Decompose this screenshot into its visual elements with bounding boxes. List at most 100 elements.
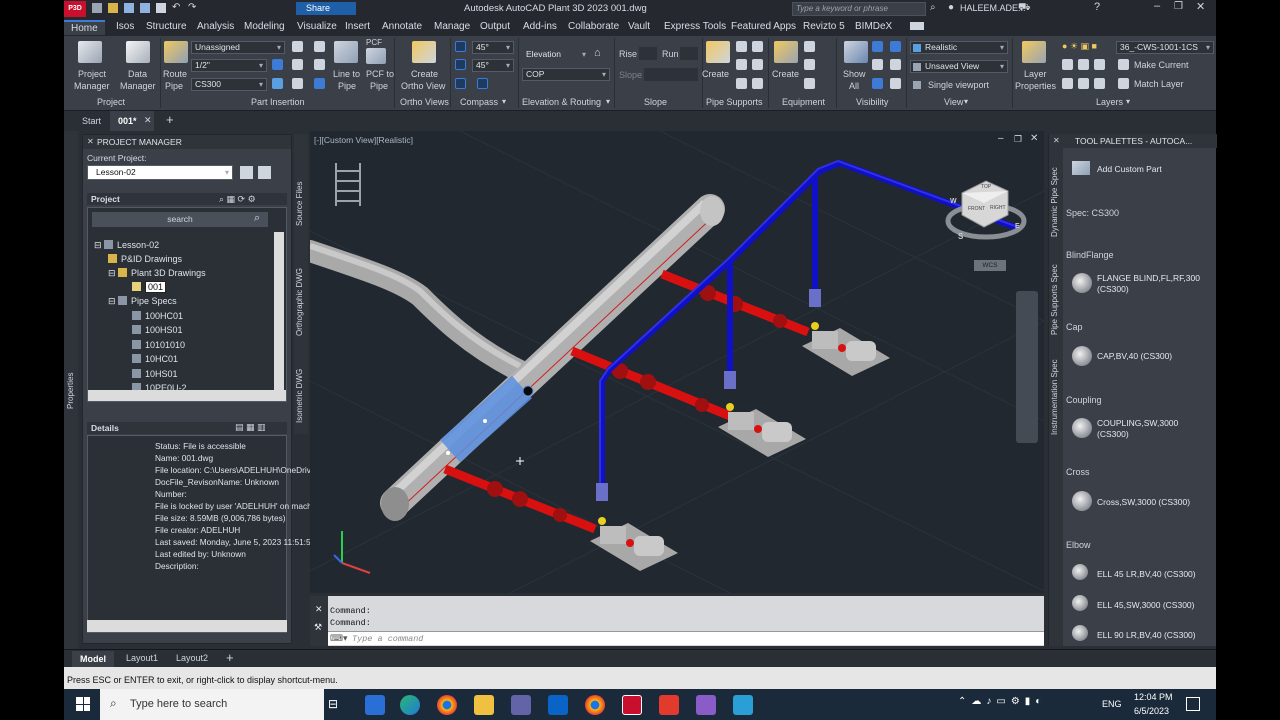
tree-search-input[interactable]: search [92, 212, 268, 227]
layer-tool-4-icon[interactable] [1062, 78, 1073, 89]
chrome-icon[interactable] [437, 695, 457, 715]
compass-toggle-icon[interactable] [455, 41, 466, 52]
open-icon[interactable] [108, 3, 118, 13]
search-icon[interactable]: ⌕ [930, 2, 936, 13]
add-custom-part-icon[interactable] [1072, 161, 1090, 175]
tab-addins[interactable]: Add-ins [523, 21, 557, 32]
match-layer-label[interactable]: Match Layer [1134, 79, 1184, 89]
tree-item-001[interactable]: 001 [132, 281, 167, 293]
visibility-tool-1-icon[interactable] [872, 41, 883, 52]
route-pipe-icon[interactable] [164, 41, 188, 63]
pump-1[interactable] [590, 523, 678, 571]
model-viewport[interactable]: [-][Custom View][Realistic] – ❐ ✕ TOP FR… [310, 131, 1044, 593]
add-layout-button[interactable]: + [226, 650, 234, 665]
tab-visualize[interactable]: Visualize [297, 21, 337, 32]
tree-scrollbar[interactable] [274, 232, 284, 390]
visibility-tool-6-icon[interactable] [890, 78, 901, 89]
command-input[interactable]: ⌨▾ Type a command [328, 631, 1044, 645]
language-indicator[interactable]: ENG [1102, 699, 1122, 709]
project-tools-icons[interactable]: ⌕ ▦ ⟳ ⚙ [219, 194, 256, 205]
equipment-tool-2-icon[interactable] [804, 59, 815, 70]
data-manager-icon[interactable] [126, 41, 150, 63]
taskbar-search-box[interactable]: ⌕ Type here to search [100, 689, 324, 720]
visibility-tool-3-icon[interactable] [872, 78, 883, 89]
rise-input[interactable] [639, 47, 657, 60]
new-icon[interactable] [92, 3, 102, 13]
tab-home[interactable]: Home [64, 20, 105, 35]
side-tab-ortho[interactable]: Orthographic DWG [295, 268, 304, 336]
app-icon-purple[interactable] [696, 695, 716, 715]
user-name[interactable]: HALEEM.ADE... [960, 3, 1026, 13]
new-tab-button[interactable]: + [166, 112, 174, 127]
chrome-profile-icon[interactable] [585, 695, 605, 715]
layer-tool-3-icon[interactable] [1094, 59, 1105, 70]
chevron-down-icon[interactable]: ▾ [1126, 97, 1130, 106]
layer-tool-5-icon[interactable] [1078, 78, 1089, 89]
size-select[interactable]: 1/2" [191, 59, 267, 72]
teams-icon[interactable] [511, 695, 531, 715]
redo-icon[interactable]: ↷ [188, 3, 198, 13]
project-manager-icon[interactable] [78, 41, 102, 63]
tab-output[interactable]: Output [480, 21, 510, 32]
tree-item-pid[interactable]: P&ID Drawings [108, 254, 182, 264]
tree-hscrollbar[interactable] [88, 390, 286, 401]
task-view-icon[interactable]: ⊟ [328, 697, 338, 711]
edge-icon[interactable] [400, 695, 420, 715]
save-icon[interactable] [124, 3, 134, 13]
chevron-down-icon[interactable]: ▾ [964, 97, 968, 106]
compass-west[interactable]: W [950, 198, 957, 205]
make-current-icon[interactable] [1118, 59, 1129, 70]
tab-structure[interactable]: Structure [146, 21, 187, 32]
compass-east[interactable]: E [1015, 223, 1020, 230]
side-tab-source-files[interactable]: Source Files [295, 182, 304, 226]
tab-analysis[interactable]: Analysis [197, 21, 234, 32]
tab-annotate[interactable]: Annotate [382, 21, 422, 32]
compass-snap-icon[interactable] [455, 59, 466, 70]
cube-face-front[interactable]: FRONT [968, 206, 985, 212]
tree-item-spec[interactable]: 10HS01 [132, 369, 178, 379]
notification-icon[interactable] [1186, 697, 1200, 711]
line-to-pipe-icon[interactable] [334, 41, 358, 63]
cube-face-right[interactable]: RIGHT [990, 205, 1006, 211]
grip-point[interactable] [446, 451, 450, 455]
support-tool-1-icon[interactable] [736, 41, 747, 52]
tree-item-lesson[interactable]: ⊟ Lesson-02 [94, 240, 159, 251]
navigation-bar[interactable] [1016, 291, 1038, 443]
support-tool-5-icon[interactable] [752, 59, 763, 70]
visibility-tool-4-icon[interactable] [890, 41, 901, 52]
publish-icon[interactable] [258, 166, 271, 179]
slope-input[interactable] [644, 68, 698, 81]
chevron-down-icon[interactable]: ▾ [606, 97, 610, 106]
tab-model[interactable]: Model [72, 651, 114, 667]
compass-south[interactable]: S [958, 232, 963, 241]
wrench-icon[interactable]: ⚒ [314, 622, 322, 633]
help-search-input[interactable]: Type a keyword or phrase [792, 2, 926, 16]
palette-item-blind-flange[interactable]: FLANGE BLIND,FL,RF,300 (CS300) [1097, 273, 1207, 295]
pipe-tool-icon[interactable] [292, 59, 303, 70]
layer-tool-2-icon[interactable] [1078, 59, 1089, 70]
tree-item-pipe-specs[interactable]: ⊟ Pipe Specs [108, 296, 177, 307]
share-button[interactable]: Share [296, 2, 356, 15]
tab-express-tools[interactable]: Express Tools [664, 21, 726, 32]
grip-point[interactable] [522, 385, 534, 397]
named-view-select[interactable]: Unsaved View [910, 60, 1008, 73]
support-tool-3-icon[interactable] [736, 78, 747, 89]
palette-item-elbow[interactable]: ELL 45,SW,3000 (CS300) [1097, 600, 1195, 611]
match-layer-icon[interactable] [1118, 78, 1129, 89]
tab-vault[interactable]: Vault [628, 21, 650, 32]
palette-item-coupling[interactable]: COUPLING,SW,3000 (CS300) [1097, 418, 1197, 440]
viewport-config[interactable]: Single viewport [928, 80, 989, 90]
palette-tab-dynamic-pipe-spec[interactable]: Dynamic Pipe Spec [1050, 167, 1059, 237]
app-logo[interactable]: P3D [64, 1, 86, 17]
tab-layout1[interactable]: Layout1 [126, 653, 158, 663]
spec-select[interactable]: Unassigned [191, 41, 285, 54]
palette-item-cross[interactable]: Cross,SW,3000 (CS300) [1097, 497, 1190, 508]
bend-icon[interactable] [272, 78, 283, 89]
tab-bimdex[interactable]: BIMDeX [855, 21, 892, 32]
app-icon-blue[interactable] [733, 695, 753, 715]
tab-layout2[interactable]: Layout2 [176, 653, 208, 663]
chevron-down-icon[interactable]: ▾ [502, 97, 506, 106]
tag-icon[interactable] [292, 41, 303, 52]
windows-start-icon[interactable] [76, 697, 90, 711]
add-custom-part[interactable]: Add Custom Part [1097, 164, 1162, 175]
